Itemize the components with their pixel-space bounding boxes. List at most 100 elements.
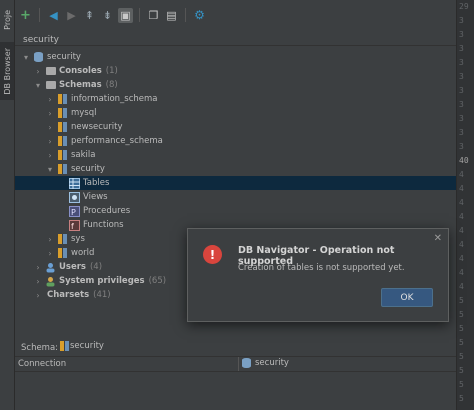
line-number: 4 (459, 240, 464, 249)
line-number: 3 (459, 100, 464, 109)
collapsed-arrow-icon[interactable]: › (45, 249, 55, 258)
filter-icon: ▣ (120, 8, 131, 22)
tree-node-label: Procedures (83, 206, 131, 216)
connection-column-header: Connection (18, 359, 67, 369)
tree-node-views[interactable]: Views (15, 190, 456, 204)
line-number: 3 (459, 44, 464, 53)
navigate-back-button[interactable]: ◀ (46, 8, 61, 23)
gear-icon: ⚙ (194, 8, 205, 22)
tree-node-count: (8) (105, 80, 118, 90)
tree-node-security[interactable]: ▾ security (15, 50, 456, 64)
schema-icon (57, 108, 68, 119)
tree-node-performance-schema[interactable]: › performance_schema (15, 134, 456, 148)
line-number: 5 (459, 324, 464, 333)
tree-node-count: (4) (89, 262, 103, 272)
privileges-icon (45, 276, 56, 287)
expanded-arrow-icon[interactable]: ▾ (33, 81, 43, 90)
toolbar-separator (185, 8, 186, 22)
schema-value: security (70, 341, 104, 351)
line-number: 3 (459, 72, 464, 81)
ok-button[interactable]: OK (381, 288, 433, 307)
tree-node-label: Views (83, 192, 108, 202)
schema-icon (57, 136, 68, 147)
tree-node-consoles[interactable]: › Consoles (1) (15, 64, 456, 78)
tree-node-information-schema[interactable]: › information_schema (15, 92, 456, 106)
tree-node-schemas[interactable]: ▾ Schemas (8) (15, 78, 456, 92)
editor-line-gutter: 29 3 3 3 3 3 3 3 3 3 3 40 4 4 4 4 4 4 4 4 4 5 5 5 5 5 5 5 5 (456, 0, 474, 410)
database-settings-button[interactable]: ▤ (164, 8, 179, 23)
error-dialog: ✕ ! DB Navigator - Operation not support… (187, 228, 449, 322)
tree-node-newsecurity[interactable]: › newsecurity (15, 120, 456, 134)
tree-node-procedures[interactable]: P Procedures (15, 204, 456, 218)
tree-node-label: security (47, 52, 81, 62)
collapsed-arrow-icon[interactable]: › (45, 151, 55, 160)
tree-node-tables[interactable]: Tables (15, 176, 456, 190)
collapsed-arrow-icon[interactable]: › (33, 277, 43, 286)
expand-all-icon: ⇟ (102, 8, 113, 22)
tree-node-security[interactable]: ▾ security (15, 162, 456, 176)
line-number: 3 (459, 58, 464, 67)
collapsed-arrow-icon[interactable]: › (45, 95, 55, 104)
line-number: 29 (459, 2, 469, 11)
tree-node-count: (41) (93, 290, 111, 300)
db-browser-toolbar: + ◀ ▶ ⇞ ⇟ ▣ ❐ ▤ ⚙ (15, 0, 459, 30)
column-divider[interactable] (238, 357, 239, 371)
schema-selector[interactable]: security (60, 341, 104, 351)
tree-node-label: Schemas (59, 80, 102, 90)
line-number: 5 (459, 338, 464, 347)
views-icon (69, 191, 80, 203)
collapsed-arrow-icon[interactable]: › (45, 137, 55, 146)
collapsed-arrow-icon[interactable]: › (33, 263, 43, 272)
tree-node-label: sakila (71, 150, 96, 160)
line-number: 4 (459, 268, 464, 277)
line-number: 3 (459, 86, 464, 95)
line-number: 5 (459, 296, 464, 305)
svg-text:P: P (71, 208, 76, 217)
line-number: 4 (459, 226, 464, 235)
expanded-arrow-icon[interactable]: ▾ (45, 165, 55, 174)
schema-icon (57, 122, 68, 133)
folder-icon (45, 66, 56, 77)
open-window-button[interactable]: ❐ (146, 8, 161, 23)
tree-node-sakila[interactable]: › sakila (15, 148, 456, 162)
line-number: 5 (459, 394, 464, 403)
navigate-forward-button[interactable]: ▶ (64, 8, 79, 23)
collapsed-arrow-icon[interactable]: › (45, 123, 55, 132)
settings-button[interactable]: ⚙ (192, 8, 207, 23)
collapsed-arrow-icon[interactable]: › (45, 109, 55, 118)
schema-icon (57, 248, 68, 259)
schema-icon (57, 164, 68, 175)
line-number: 3 (459, 128, 464, 137)
tree-node-label: sys (71, 234, 85, 244)
tree-node-count: (65) (148, 276, 167, 286)
collapse-all-icon: ⇞ (84, 8, 95, 22)
tables-icon (69, 177, 80, 189)
collapse-all-button[interactable]: ⇞ (82, 8, 97, 23)
expanded-arrow-icon[interactable]: ▾ (21, 53, 31, 62)
collapsed-arrow-icon[interactable]: › (33, 291, 43, 300)
tree-node-label: Tables (83, 178, 110, 188)
project-tool-tab[interactable]: Proje (0, 0, 14, 40)
db-browser-tab-label: DB Browser (2, 47, 12, 95)
back-arrow-icon: ◀ (49, 8, 58, 22)
plus-icon: + (20, 7, 31, 23)
schema-icon (57, 94, 68, 105)
add-connection-button[interactable]: + (18, 8, 33, 23)
tree-node-label: Users (59, 262, 86, 272)
collapsed-arrow-icon[interactable]: › (33, 67, 43, 76)
tree-node-mysql[interactable]: › mysql (15, 106, 456, 120)
database-connection-icon (33, 52, 44, 63)
tree-node-label: Charsets (47, 290, 90, 300)
tree-node-label: Consoles (59, 66, 102, 76)
filter-button[interactable]: ▣ (118, 7, 133, 23)
line-number: 5 (459, 366, 464, 375)
line-number: 5 (459, 310, 464, 319)
collapsed-arrow-icon[interactable]: › (45, 235, 55, 244)
line-number: 3 (459, 16, 464, 25)
expand-all-button[interactable]: ⇟ (100, 8, 115, 23)
connection-icon (242, 358, 251, 368)
line-number: 40 (459, 156, 469, 165)
db-browser-tool-tab[interactable]: DB Browser (0, 42, 14, 100)
line-number: 4 (459, 212, 464, 221)
close-icon[interactable]: ✕ (434, 233, 442, 244)
